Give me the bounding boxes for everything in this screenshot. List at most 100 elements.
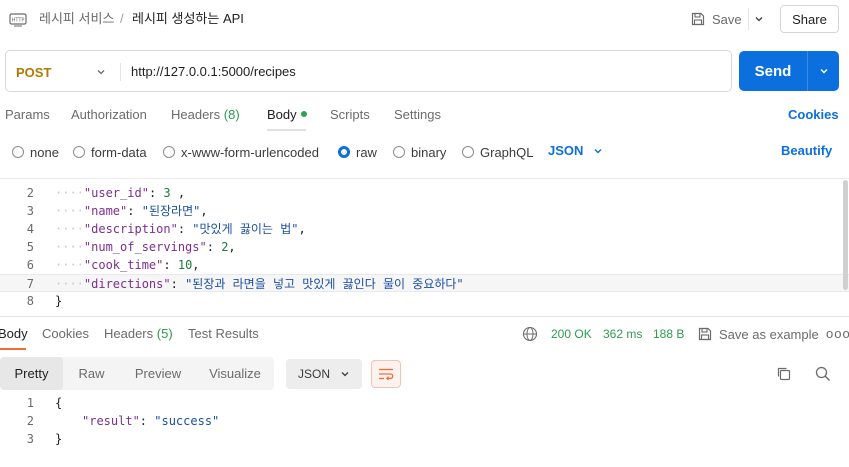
save-options-button[interactable] (748, 8, 768, 30)
editor-scrollbar[interactable] (843, 180, 848, 290)
search-icon[interactable] (814, 365, 832, 383)
code-text: ····"user_id": 3 , (55, 184, 185, 202)
radio-circle-selected (338, 146, 350, 158)
tab-scripts[interactable]: Scripts (330, 107, 370, 123)
line-number: 6 (26, 258, 34, 272)
json-punct: , (192, 258, 200, 272)
headers-count: (8) (223, 107, 240, 122)
resp-tab-test-results[interactable]: Test Results (188, 326, 259, 342)
response-body-viewer[interactable]: 1{2 "result": "success" 3} (0, 394, 849, 460)
response-time[interactable]: 362 ms (603, 326, 642, 342)
radio-raw[interactable]: raw (338, 143, 377, 161)
radio-graphql-label: GraphQL (480, 144, 534, 160)
view-pretty[interactable]: Pretty (0, 357, 63, 390)
radio-graphql[interactable]: GraphQL (462, 143, 533, 161)
more-options-icon[interactable]: ooo (826, 326, 849, 341)
json-value: 3 (163, 186, 171, 200)
wrap-lines-icon (379, 368, 394, 381)
response-size[interactable]: 188 B (653, 326, 684, 342)
radio-circle (393, 146, 405, 158)
editor-line: 2 ····"user_id": 3 , (0, 184, 849, 202)
response-line: 2 "result": "success" (0, 412, 849, 430)
radio-raw-label: raw (356, 144, 377, 160)
json-punct: , (298, 222, 306, 236)
send-options-button[interactable] (807, 51, 839, 91)
line-number: 3 (26, 432, 34, 446)
json-punct: { (55, 396, 63, 410)
send-button[interactable]: Send (739, 51, 839, 91)
body-format-select[interactable]: JSON (548, 143, 603, 158)
json-separator: : (139, 414, 155, 428)
request-body-editor[interactable]: 2 ····"user_id": 3 , 3 ····"name": "된장라면", 4… (0, 178, 849, 312)
tab-authorization[interactable]: Authorization (71, 107, 147, 123)
json-value: "맛있게 끓이는 법" (192, 222, 299, 236)
radio-binary[interactable]: binary (393, 143, 446, 161)
code-text: ····"name": "된장라면", (55, 202, 208, 220)
request-title[interactable]: 레시피 생성하는 API (132, 11, 244, 27)
radio-form-data-label: form-data (91, 144, 147, 160)
radio-circle (73, 146, 85, 158)
chevron-down-icon (97, 70, 105, 75)
save-as-example-button[interactable]: Save as example (697, 326, 819, 342)
chevron-down-icon (820, 69, 827, 74)
tab-body[interactable]: Body (267, 107, 307, 123)
json-key: "num_of_servings" (83, 240, 207, 254)
resp-tab-headers[interactable]: Headers (5) (104, 326, 173, 342)
body-format-label: JSON (548, 143, 584, 158)
radio-none[interactable]: none (12, 143, 59, 161)
radio-circle (462, 146, 474, 158)
chevron-down-icon (341, 372, 349, 377)
view-raw[interactable]: Raw (63, 357, 120, 390)
resp-tab-cookies[interactable]: Cookies (42, 326, 89, 342)
share-button[interactable]: Share (780, 5, 839, 33)
resp-tab-body[interactable]: Body (0, 326, 28, 342)
line-number: 3 (26, 204, 34, 218)
tab-settings[interactable]: Settings (394, 107, 441, 123)
code-text: } (55, 430, 62, 448)
url-input[interactable]: http://127.0.0.1:5000/recipes (131, 64, 296, 79)
save-button[interactable]: Save (690, 6, 742, 32)
chevron-down-icon (594, 148, 602, 153)
body-indicator-dot (300, 110, 307, 117)
status-code[interactable]: 200 OK (551, 326, 592, 342)
tab-headers[interactable]: Headers (8) (171, 107, 240, 123)
response-format-select[interactable]: JSON (286, 359, 362, 389)
json-key: "result" (82, 414, 140, 428)
indent-whitespace: ···· (55, 240, 84, 254)
wrap-lines-button[interactable] (371, 360, 401, 388)
save-icon (698, 327, 712, 341)
save-label: Save (712, 11, 742, 27)
method-select[interactable]: POST (16, 63, 121, 81)
view-preview[interactable]: Preview (120, 357, 196, 390)
radio-binary-label: binary (411, 144, 447, 160)
response-divider[interactable] (0, 316, 849, 317)
radio-urlencoded[interactable]: x-www-form-urlencoded (163, 143, 319, 161)
view-visualize[interactable]: Visualize (196, 357, 274, 390)
breadcrumb-separator: / (120, 11, 124, 26)
copy-icon[interactable] (775, 365, 793, 383)
cookies-link[interactable]: Cookies (788, 107, 839, 122)
json-punct: , (170, 186, 186, 200)
indent-whitespace: ···· (55, 222, 84, 236)
radio-form-data[interactable]: form-data (73, 143, 147, 161)
json-key: "name" (83, 204, 128, 218)
beautify-button[interactable]: Beautify (781, 143, 832, 158)
line-number: 2 (26, 414, 34, 428)
tab-params[interactable]: Params (5, 107, 50, 123)
json-key: "description" (83, 222, 178, 236)
code-text: ····"directions": "된장과 라면을 넣고 맛있게 끓인다 물이… (55, 275, 464, 293)
breadcrumb-collection[interactable]: 레시피 서비스 (39, 11, 114, 27)
editor-line: 3 ····"name": "된장라면", (0, 202, 849, 220)
tab-body-label: Body (267, 107, 297, 122)
radio-circle (163, 146, 175, 158)
indent-whitespace: ···· (55, 258, 84, 272)
globe-icon[interactable] (522, 326, 538, 342)
json-separator: : (163, 258, 178, 272)
line-number: 2 (26, 186, 34, 200)
code-text: ····"description": "맛있게 끓이는 법", (55, 220, 306, 238)
json-value: "된장과 라면을 넣고 맛있게 끓인다 물이 중요하다" (185, 277, 464, 291)
editor-line: 5 ····"num_of_servings": 2, (0, 238, 849, 256)
json-separator: : (127, 204, 142, 218)
tab-headers-label: Headers (171, 107, 221, 122)
radio-circle (12, 146, 24, 158)
